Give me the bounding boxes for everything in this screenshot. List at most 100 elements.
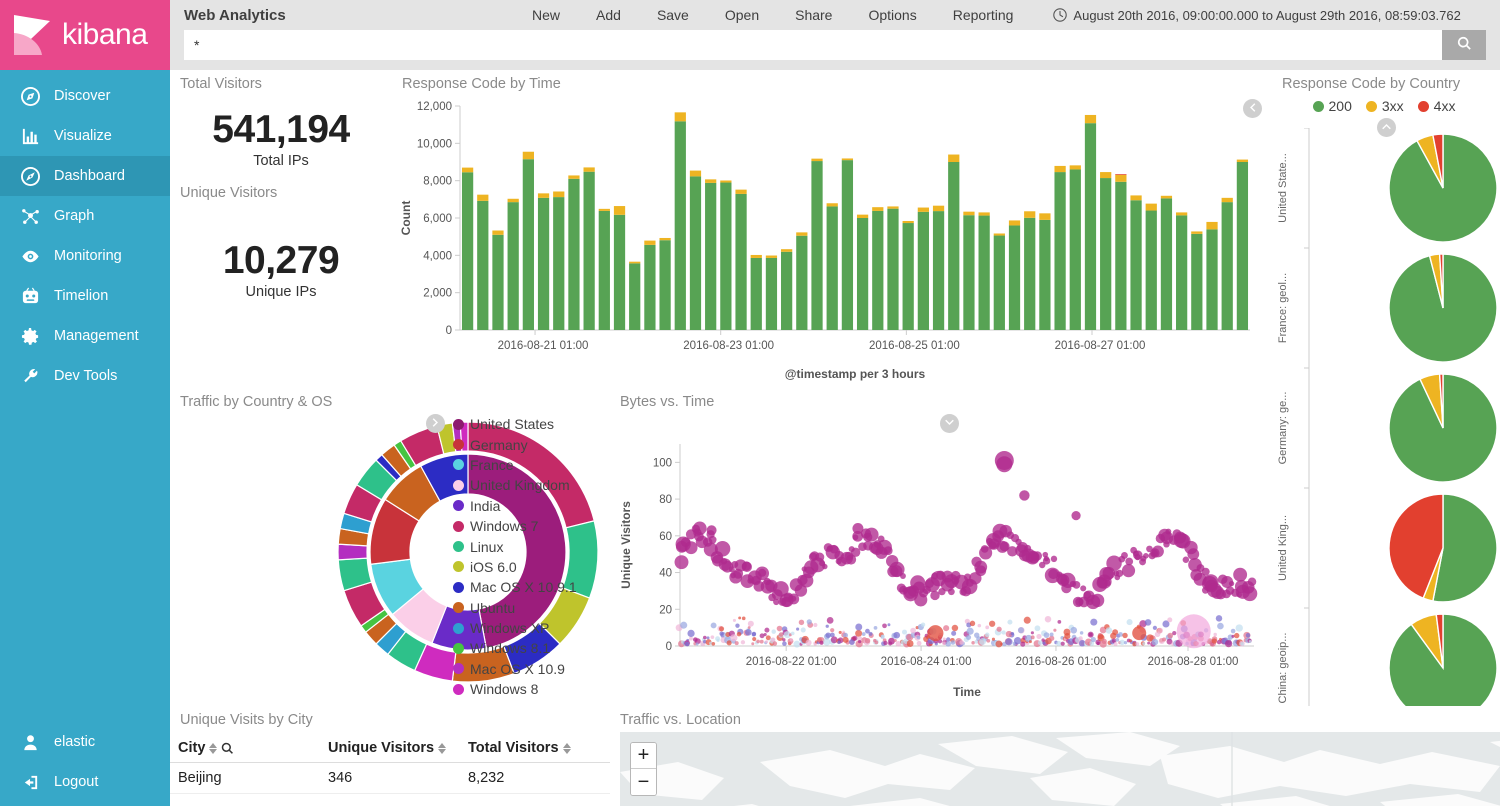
svg-text:4,000: 4,000 [423, 250, 452, 262]
page-title: Web Analytics [184, 7, 514, 24]
svg-text:United State...: United State... [1277, 153, 1289, 223]
brand-name: kibana [62, 18, 147, 52]
panel-unique-visits-by-city: Unique Visits by City City [170, 706, 610, 806]
panel-response-code-by-time: Response Code by Time 02,0004,0006,0008,… [392, 70, 1272, 388]
legend-item[interactable]: France [453, 455, 577, 475]
metric-unique-ips: 10,279 Unique IPs [170, 241, 392, 300]
dashboard-canvas: Total Visitors 541,194 Total IPs Unique … [170, 70, 1500, 806]
sidebar-item-logout[interactable]: Logout [0, 762, 170, 802]
timelion-icon [20, 286, 40, 306]
map-canvas[interactable]: + − [620, 732, 1500, 806]
sidebar-item-timelion[interactable]: Timelion [0, 276, 170, 316]
country-pies[interactable]: United State...France: geol...Germany: g… [1268, 128, 1500, 728]
legend-item[interactable]: Windows XP [453, 618, 577, 638]
metric-label: Unique IPs [170, 284, 392, 300]
legend-item[interactable]: Linux [453, 536, 577, 556]
menu-save[interactable]: Save [639, 7, 707, 23]
svg-text:80: 80 [659, 494, 672, 506]
svg-text:20: 20 [659, 604, 672, 616]
legend-color-swatch [453, 500, 464, 511]
sort-arrows-icon[interactable] [209, 743, 217, 754]
bytes-vs-time-chart[interactable]: 0204060801002016-08-22 01:002016-08-24 0… [610, 412, 1272, 704]
brand-logo[interactable]: kibana [0, 0, 170, 70]
legend-item[interactable]: Ubuntu [453, 598, 577, 618]
clock-icon [1053, 8, 1067, 22]
graph-nodes-icon [20, 206, 40, 226]
legend-item[interactable]: Windows 8.1 [453, 638, 577, 658]
legend-color-swatch [453, 684, 464, 695]
legend-color-swatch [453, 541, 464, 552]
sidebar-item-dev-tools[interactable]: Dev Tools [0, 356, 170, 396]
legend-item-4xx[interactable]: 4xx [1418, 98, 1456, 114]
top-menu: New Add Save Open Share Options Reportin… [514, 7, 1031, 23]
search-input[interactable] [184, 30, 1442, 60]
legend-item[interactable]: Germany [453, 434, 577, 454]
wrench-icon [20, 366, 40, 386]
svg-text:2016-08-22 01:00: 2016-08-22 01:00 [746, 656, 837, 668]
metric-value: 541,194 [170, 110, 392, 151]
sidebar-item-label: Visualize [54, 128, 112, 144]
sidebar-item-dashboard[interactable]: Dashboard [0, 156, 170, 196]
sidebar-item-management[interactable]: Management [0, 316, 170, 356]
legend-item[interactable]: Mac OS X 10.9.1 [453, 577, 577, 597]
menu-reporting[interactable]: Reporting [935, 7, 1032, 23]
menu-new[interactable]: New [514, 7, 578, 23]
panel-title: Traffic by Country & OS [170, 388, 610, 412]
user-icon [20, 732, 40, 752]
metric-label: Total IPs [170, 153, 392, 169]
cell-city: Beijing [170, 763, 320, 794]
menu-add[interactable]: Add [578, 7, 639, 23]
col-unique-visitors-label: Unique Visitors [328, 740, 434, 756]
table-body: Beijing 346 8,232 [170, 763, 610, 794]
response-code-by-time-chart[interactable]: 02,0004,0006,0008,00010,00012,0002016-08… [392, 94, 1272, 386]
legend-label: India [470, 498, 500, 514]
collapse-right-panel-button[interactable] [1243, 99, 1262, 118]
sidebar-item-visualize[interactable]: Visualize [0, 116, 170, 156]
scatter-legend-toggle-button[interactable] [940, 414, 959, 433]
menu-open[interactable]: Open [707, 7, 777, 23]
sidebar-item-discover[interactable]: Discover [0, 76, 170, 116]
col-unique-visitors[interactable]: Unique Visitors [320, 734, 460, 763]
sidebar-item-graph[interactable]: Graph [0, 196, 170, 236]
menu-options[interactable]: Options [850, 7, 934, 23]
sidebar-item-account[interactable]: elastic [0, 722, 170, 762]
legend-item[interactable]: United States [453, 414, 577, 434]
sidebar-item-monitoring[interactable]: Monitoring [0, 236, 170, 276]
legend-item[interactable]: iOS 6.0 [453, 557, 577, 577]
zoom-in-button[interactable]: + [631, 743, 656, 769]
response-code-legend: 200 3xx 4xx [1268, 98, 1500, 114]
donut-legend-toggle-button[interactable] [426, 414, 445, 433]
search-button[interactable] [1442, 30, 1486, 60]
legend-item-200[interactable]: 200 [1313, 98, 1352, 114]
menu-share[interactable]: Share [777, 7, 850, 23]
legend-item[interactable]: United Kingdom [453, 475, 577, 495]
svg-text:Time: Time [953, 685, 981, 699]
sort-arrows-icon[interactable] [438, 743, 446, 754]
svg-text:0: 0 [446, 325, 452, 337]
time-range-picker[interactable]: August 20th 2016, 09:00:00.000 to August… [1053, 8, 1460, 23]
svg-text:France: geol...: France: geol... [1277, 273, 1289, 343]
sidebar-item-label: Timelion [54, 288, 108, 304]
legend-color-swatch [1418, 101, 1429, 112]
legend-item[interactable]: Windows 8 [453, 679, 577, 699]
svg-text:60: 60 [659, 531, 672, 543]
gear-icon [20, 326, 40, 346]
zoom-out-button[interactable]: − [631, 769, 656, 795]
kibana-app: kibana Discover Visualize Dashboard [0, 0, 1500, 806]
legend-item[interactable]: India [453, 496, 577, 516]
col-total-visitors[interactable]: Total Visitors [460, 734, 610, 763]
city-search-icon[interactable] [221, 742, 234, 755]
legend-item-3xx[interactable]: 3xx [1366, 98, 1404, 114]
table-header-row: City Unique Visitors [170, 734, 610, 763]
panel-title: Traffic vs. Location [610, 706, 1500, 730]
main-area: Web Analytics New Add Save Open Share Op… [170, 0, 1500, 806]
col-city-label: City [178, 740, 205, 756]
legend-item[interactable]: Windows 7 [453, 516, 577, 536]
search-icon [1457, 36, 1472, 54]
col-city[interactable]: City [170, 734, 320, 763]
panel-title: Unique Visits by City [170, 706, 610, 730]
sort-arrows-icon[interactable] [563, 743, 571, 754]
table-row[interactable]: Beijing 346 8,232 [170, 763, 610, 794]
legend-item[interactable]: Mac OS X 10.9 [453, 659, 577, 679]
legend-label: Ubuntu [470, 600, 515, 616]
